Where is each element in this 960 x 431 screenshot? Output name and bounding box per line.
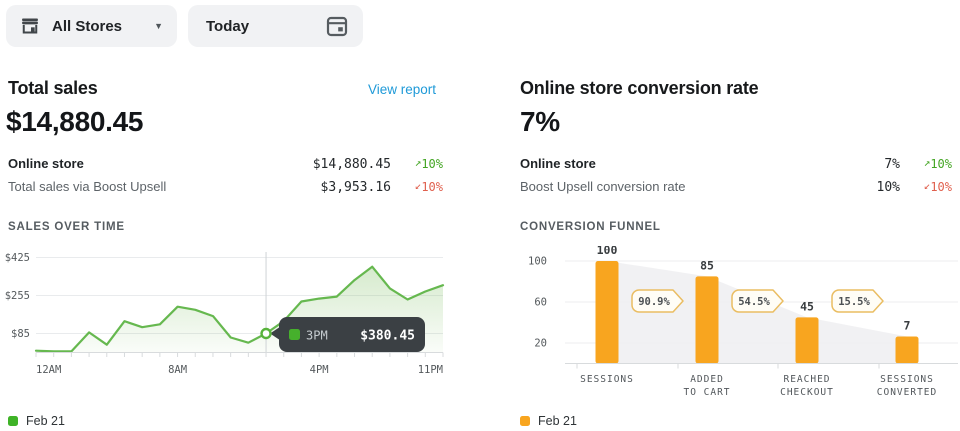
metric-change: ↙10% — [391, 180, 443, 194]
svg-text:4PM: 4PM — [310, 364, 329, 376]
trend-up-arrow-icon: ↗ — [924, 156, 931, 169]
svg-text:100: 100 — [528, 256, 547, 268]
sales-legend: Feb 21 — [8, 414, 65, 428]
svg-text:45: 45 — [800, 299, 814, 313]
svg-text:$425: $425 — [5, 252, 30, 264]
svg-text:11PM: 11PM — [418, 364, 443, 376]
metric-change: ↗10% — [900, 157, 952, 171]
svg-text:8AM: 8AM — [168, 364, 187, 376]
metric-change: ↗10% — [391, 157, 443, 171]
metric-row-boost-upsell-sales: Total sales via Boost Upsell $3,953.16 ↙… — [8, 179, 443, 195]
trend-down-arrow-icon: ↙ — [415, 179, 422, 192]
svg-text:$380.45: $380.45 — [360, 329, 415, 344]
trend-up-arrow-icon: ↗ — [415, 156, 422, 169]
svg-text:3PM: 3PM — [306, 329, 328, 343]
metric-value: 10% — [877, 180, 900, 195]
conversion-funnel-chart[interactable]: 20 60 100 100 85 45 7 90.9% 54.5% 15.5% — [520, 246, 960, 371]
metric-row-online-store-sales: Online store $14,880.45 ↗10% — [8, 156, 443, 172]
funnel-category-label: ADDEDTO CART — [652, 373, 762, 399]
conversion-rate-title: Online store conversion rate — [520, 78, 758, 99]
storefront-icon — [20, 16, 40, 36]
metric-row-boost-upsell-rate: Boost Upsell conversion rate 10% ↙10% — [520, 179, 952, 195]
orange-legend-swatch-icon — [520, 416, 530, 426]
store-selector-button[interactable]: All Stores ▼ — [6, 5, 177, 47]
svg-text:$255: $255 — [5, 290, 30, 302]
svg-text:15.5%: 15.5% — [838, 296, 870, 308]
funnel-category-label: REACHEDCHECKOUT — [752, 373, 862, 399]
chevron-down-icon: ▼ — [154, 21, 163, 31]
svg-text:100: 100 — [597, 246, 618, 257]
funnel-category-label: SESSIONSCONVERTED — [852, 373, 960, 399]
metric-label: Online store — [520, 156, 884, 171]
funnel-legend-label: Feb 21 — [538, 414, 577, 428]
date-selector-button[interactable]: Today — [188, 5, 363, 47]
metric-change: ↙10% — [900, 180, 952, 194]
sales-legend-label: Feb 21 — [26, 414, 65, 428]
svg-text:7: 7 — [904, 319, 911, 333]
svg-text:60: 60 — [534, 297, 547, 309]
date-selector-label: Today — [206, 18, 249, 35]
metric-value: $14,880.45 — [313, 157, 391, 172]
metric-row-online-store-rate: Online store 7% ↗10% — [520, 156, 952, 172]
sales-over-time-heading: SALES OVER TIME — [8, 221, 125, 233]
funnel-legend: Feb 21 — [520, 414, 577, 428]
green-legend-swatch-icon — [8, 416, 18, 426]
conversion-rate-value: 7% — [520, 106, 560, 138]
funnel-category-label: SESSIONS — [552, 373, 662, 386]
svg-text:54.5%: 54.5% — [738, 296, 770, 308]
svg-text:12AM: 12AM — [36, 364, 61, 376]
conversion-funnel-heading: CONVERSION FUNNEL — [520, 221, 661, 233]
svg-text:90.9%: 90.9% — [638, 296, 670, 308]
view-report-link[interactable]: View report — [368, 82, 436, 97]
analytics-dashboard: All Stores ▼ Today Total sales View repo… — [0, 0, 960, 431]
calendar-icon — [325, 14, 349, 38]
metric-label: Boost Upsell conversion rate — [520, 179, 877, 194]
metric-value: 7% — [884, 157, 900, 172]
svg-text:$85: $85 — [11, 328, 30, 340]
trend-down-arrow-icon: ↙ — [924, 179, 931, 192]
svg-text:20: 20 — [534, 338, 547, 350]
metric-label: Online store — [8, 156, 313, 171]
metric-label: Total sales via Boost Upsell — [8, 179, 321, 194]
total-sales-value: $14,880.45 — [6, 106, 143, 138]
metric-value: $3,953.16 — [321, 180, 391, 195]
funnel-category-labels: SESSIONSADDEDTO CARTREACHEDCHECKOUTSESSI… — [520, 373, 952, 403]
svg-text:85: 85 — [700, 258, 714, 272]
total-sales-title: Total sales — [8, 78, 98, 99]
sales-over-time-chart[interactable]: $85 $255 $425 12AM 8AM 4PM 11PM 3PM $380.45 — [0, 246, 448, 384]
store-selector-label: All Stores — [52, 18, 122, 35]
